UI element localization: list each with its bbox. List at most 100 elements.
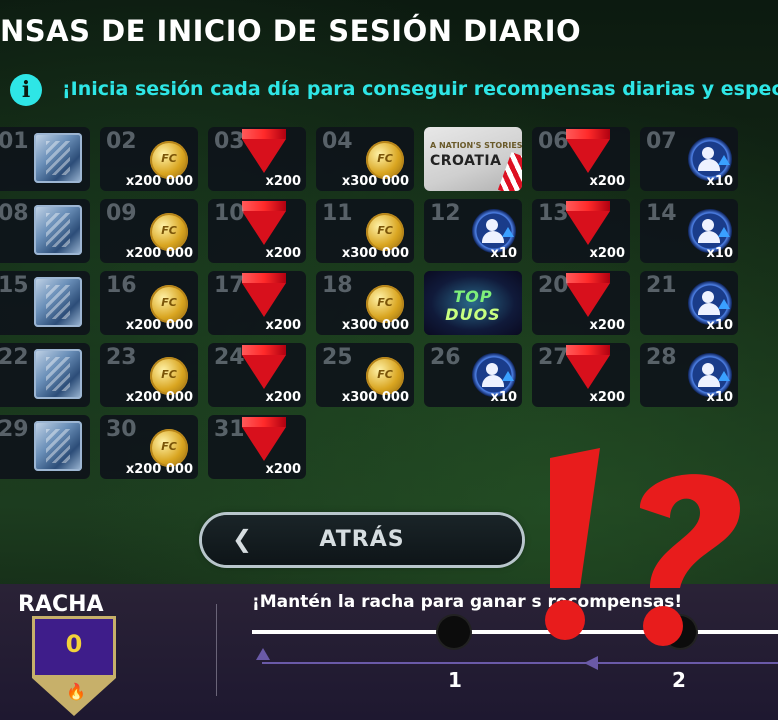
reward-day: 09	[106, 201, 137, 226]
arrow-up-icon	[502, 227, 514, 237]
reward-quantity: x300 000	[341, 174, 409, 189]
reward-quantity: x200 000	[125, 174, 193, 189]
reward-cell: 23 x200 000	[100, 343, 198, 407]
reward-day: 17	[214, 273, 245, 298]
reward-cell: 21 x10	[640, 271, 738, 335]
milestone-label-1: 1	[448, 668, 462, 692]
streak-count-box: 0	[32, 616, 116, 678]
gem-icon	[242, 345, 286, 389]
reward-quantity: x10	[490, 246, 517, 261]
reward-quantity: x200 000	[125, 462, 193, 477]
reward-day: 29	[0, 417, 29, 442]
reward-day: 16	[106, 273, 137, 298]
reward-subtitle: A NATION'S STORIES	[430, 141, 522, 150]
back-button[interactable]: ❮ ATRÁS	[202, 515, 522, 565]
croatia-reward-art: A NATION'S STORIES CROATIA	[424, 127, 522, 191]
top-duos-reward-art: TOP DUOS	[424, 271, 522, 335]
player-pack-icon	[34, 277, 82, 327]
reward-cell: TOP DUOS	[424, 271, 522, 335]
reward-quantity: x200	[265, 318, 301, 333]
streak-count: 0	[65, 630, 83, 658]
reward-quantity: x200	[589, 174, 625, 189]
gem-icon	[566, 345, 610, 389]
reward-day: 06	[538, 129, 569, 154]
reward-quantity: x200	[265, 390, 301, 405]
reward-cell: 04 x300 000	[316, 127, 414, 191]
reward-day: 26	[430, 345, 461, 370]
reward-title: CROATIA	[430, 153, 502, 169]
reward-quantity: x10	[706, 318, 733, 333]
reward-quantity: x200	[589, 246, 625, 261]
player-pack-icon	[34, 421, 82, 471]
player-pack-icon	[34, 133, 82, 183]
reward-day: 20	[538, 273, 569, 298]
streak-track-lower	[262, 662, 778, 664]
reward-cell: 20 x200	[532, 271, 630, 335]
reward-quantity: x300 000	[341, 246, 409, 261]
reward-day: 02	[106, 129, 137, 154]
arrow-up-icon	[718, 155, 730, 165]
reward-cell: 03 x200	[208, 127, 306, 191]
back-button-label: ATRÁS	[319, 527, 405, 552]
reward-quantity: x200 000	[125, 246, 193, 261]
reward-cell: 31 x200	[208, 415, 306, 479]
reward-day: 12	[430, 201, 461, 226]
reward-cell: 29	[0, 415, 90, 479]
reward-quantity: x300 000	[341, 390, 409, 405]
reward-day: 25	[322, 345, 353, 370]
reward-cell: 13 x200	[532, 199, 630, 263]
info-banner: i ¡Inicia sesión cada día para conseguir…	[0, 72, 778, 108]
reward-cell: 01	[0, 127, 90, 191]
reward-day: 10	[214, 201, 245, 226]
reward-cell: 27 x200	[532, 343, 630, 407]
gem-icon	[242, 129, 286, 173]
reward-cell: 22	[0, 343, 90, 407]
streak-label: RACHA	[18, 592, 104, 617]
reward-cell: 02 x200 000	[100, 127, 198, 191]
reward-cell: 14 x10	[640, 199, 738, 263]
reward-day: 31	[214, 417, 245, 442]
reward-cell: 25 x300 000	[316, 343, 414, 407]
reward-title-line1: TOP	[453, 287, 493, 306]
reward-cell: 06 x200	[532, 127, 630, 191]
reward-cell: 26 x10	[424, 343, 522, 407]
reward-day: 04	[322, 129, 353, 154]
arrow-up-icon	[256, 648, 270, 660]
reward-day: 24	[214, 345, 245, 370]
gem-icon	[242, 417, 286, 461]
player-pack-icon	[34, 349, 82, 399]
reward-day: 15	[0, 273, 29, 298]
reward-quantity: x10	[706, 246, 733, 261]
reward-day: 18	[322, 273, 353, 298]
reward-quantity: x200	[265, 462, 301, 477]
reward-cell: 24 x200	[208, 343, 306, 407]
gem-icon	[566, 273, 610, 317]
reward-day: 30	[106, 417, 137, 442]
reward-quantity: x200 000	[125, 390, 193, 405]
reward-cell: 10 x200	[208, 199, 306, 263]
reward-day: 11	[322, 201, 353, 226]
reward-cell: 07 x10	[640, 127, 738, 191]
reward-quantity: x200	[589, 390, 625, 405]
streak-message: ¡Mantén la racha para ganar s recompensa…	[252, 592, 683, 612]
page-title: NSAS DE INICIO DE SESIÓN DIARIO	[0, 14, 582, 48]
reward-quantity: x10	[706, 390, 733, 405]
reward-quantity: x200	[265, 174, 301, 189]
reward-quantity: x10	[490, 390, 517, 405]
reward-quantity: x200	[589, 318, 625, 333]
reward-day: 22	[0, 345, 29, 370]
player-pack-icon	[34, 205, 82, 255]
milestone-node-1	[438, 616, 470, 648]
reward-day: 07	[646, 129, 677, 154]
reward-day: 21	[646, 273, 677, 298]
reward-cell: 09 x200 000	[100, 199, 198, 263]
streak-track	[252, 630, 778, 634]
reward-cell: 17 x200	[208, 271, 306, 335]
gem-icon	[566, 129, 610, 173]
reward-day: 23	[106, 345, 137, 370]
arrow-left-icon	[584, 656, 598, 670]
milestone-label-2: 2	[672, 668, 686, 692]
reward-day: 01	[0, 129, 29, 154]
reward-cell: 08	[0, 199, 90, 263]
reward-day: 14	[646, 201, 677, 226]
